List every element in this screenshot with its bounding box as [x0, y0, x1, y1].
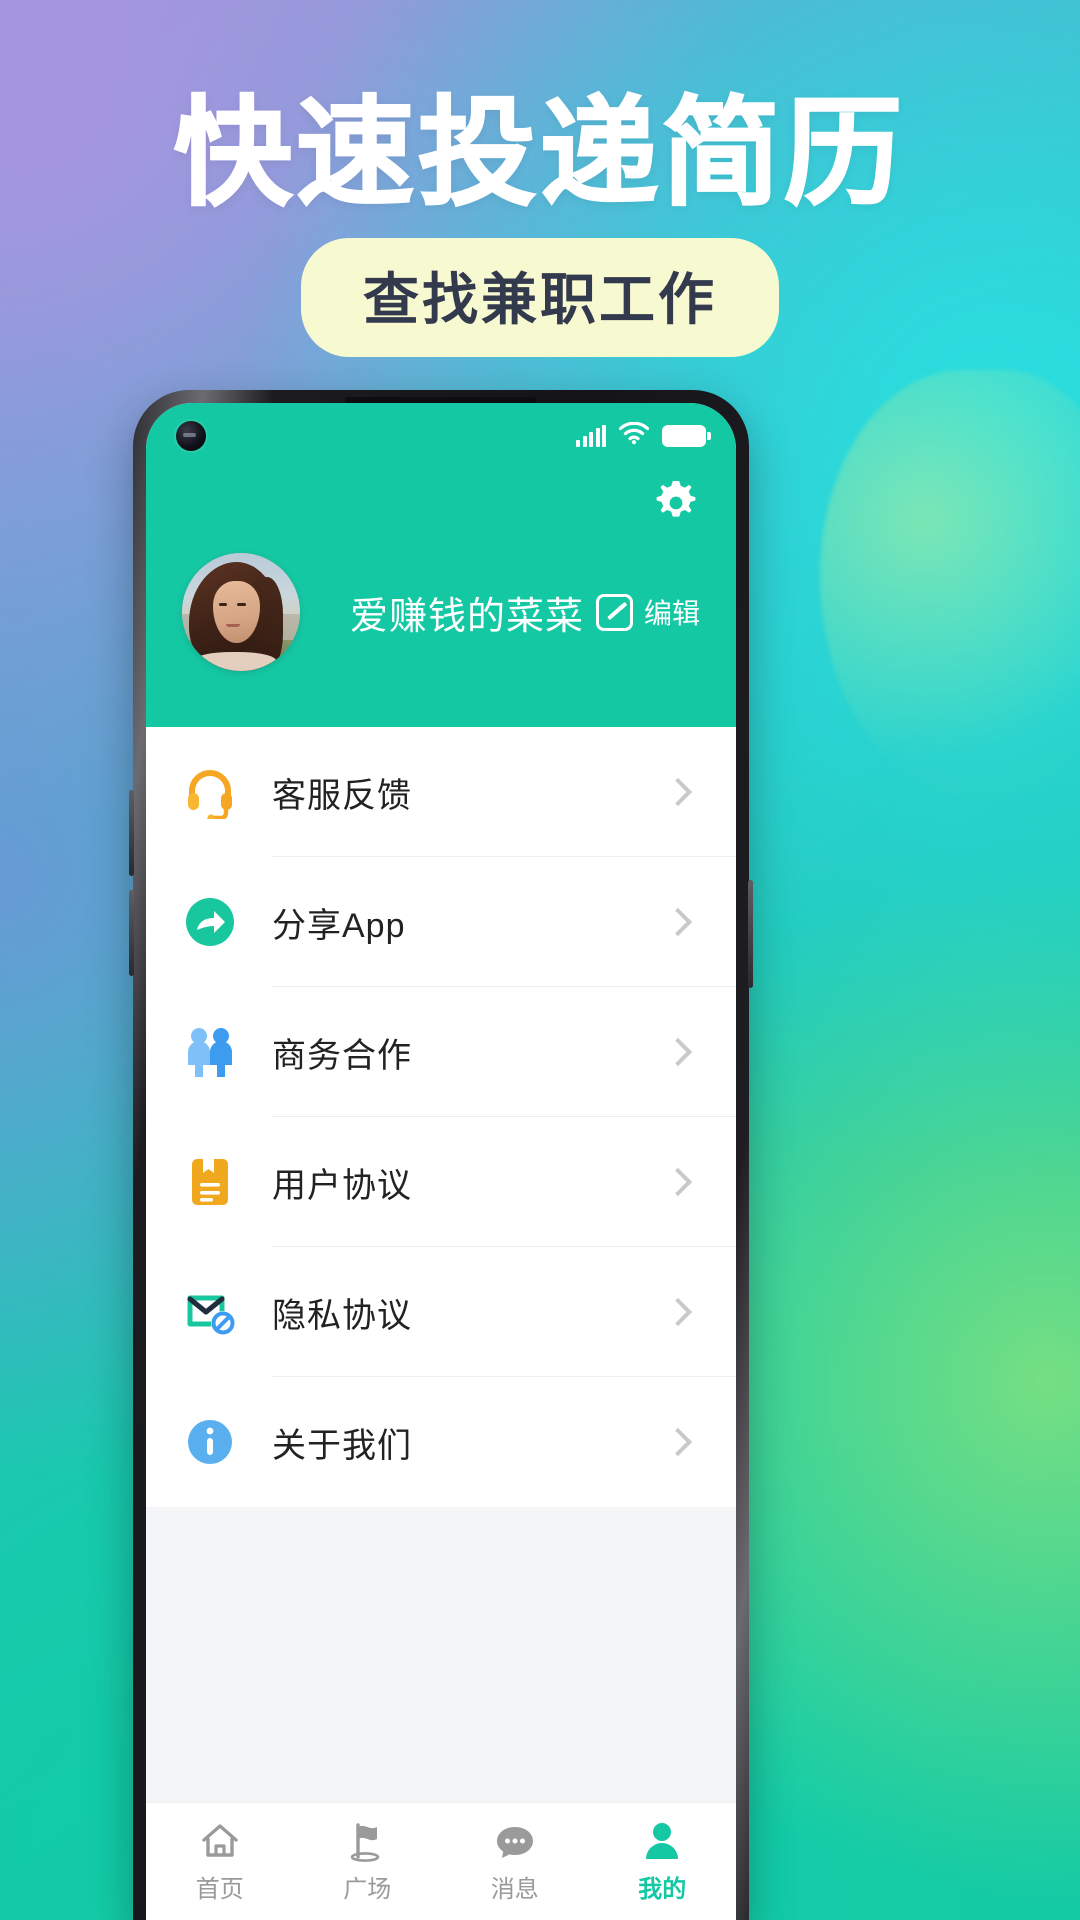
privacy-shield-mail-icon [180, 1282, 240, 1342]
person-icon [646, 1823, 679, 1859]
headset-support-icon [180, 762, 240, 822]
edit-button-label: 编辑 [643, 598, 700, 629]
menu-item-share-app[interactable]: 分享App [146, 857, 736, 987]
tab-plaza[interactable]: 广场 [294, 1803, 442, 1920]
phone-mockup-frame: 爱赚钱的菜菜 编辑 客服反馈 分享App 商务合作 用户协议 隐私协议 关于我们… [129, 390, 753, 1920]
message-bubble-icon [496, 1827, 533, 1858]
tab-mine[interactable]: 我的 [589, 1803, 737, 1920]
empty-space [146, 1507, 736, 1802]
chevron-right-icon [663, 1427, 693, 1457]
punch-hole-camera-icon [176, 421, 206, 451]
edit-profile-button[interactable]: 编辑 [595, 592, 700, 632]
tab-label: 消息 [490, 1876, 539, 1903]
chevron-right-icon [663, 1297, 693, 1327]
wifi-icon [618, 421, 650, 450]
avatar[interactable] [182, 553, 300, 671]
pencil-edit-icon [595, 593, 633, 631]
username-label: 爱赚钱的菜菜 [350, 595, 585, 638]
chevron-right-icon [663, 907, 693, 937]
tab-messages[interactable]: 消息 [441, 1803, 589, 1920]
menu-item-label: 客服反馈 [272, 776, 412, 815]
menu-item-label: 隐私协议 [272, 1296, 412, 1335]
profile-header: 爱赚钱的菜菜 编辑 [146, 469, 736, 727]
share-arrow-icon [180, 892, 240, 952]
chevron-right-icon [663, 1167, 693, 1197]
menu-item-label: 关于我们 [272, 1426, 412, 1465]
status-bar [146, 403, 736, 469]
menu-item-label: 分享App [272, 906, 406, 945]
bottom-tab-bar: 首页 广场 消息 我的 [146, 1802, 736, 1920]
battery-full-icon [662, 425, 711, 447]
menu-item-business-cooperation[interactable]: 商务合作 [146, 987, 736, 1117]
gear-icon[interactable] [654, 481, 698, 525]
phone-power-button[interactable] [748, 880, 753, 988]
menu-item-label: 用户协议 [272, 1166, 412, 1205]
settings-row [178, 469, 704, 525]
tab-label: 首页 [195, 1876, 244, 1903]
poster-subtitle-wrap: 查找兼职工作 [0, 238, 1080, 357]
home-icon [202, 1824, 238, 1857]
plaza-flag-icon [350, 1823, 380, 1862]
menu-item-privacy-agreement[interactable]: 隐私协议 [146, 1247, 736, 1377]
info-circle-icon [180, 1412, 240, 1472]
phone-volume-up-button[interactable] [129, 790, 134, 876]
tab-label: 我的 [638, 1876, 687, 1903]
document-agreement-icon [180, 1152, 240, 1212]
settings-menu-list: 客服反馈 分享App 商务合作 用户协议 隐私协议 关于我们 [146, 727, 736, 1507]
status-bar-icons [576, 421, 711, 450]
menu-item-user-agreement[interactable]: 用户协议 [146, 1117, 736, 1247]
tab-home[interactable]: 首页 [146, 1803, 294, 1920]
tab-label: 广场 [343, 1876, 392, 1903]
phone-volume-down-button[interactable] [129, 890, 134, 976]
poster-subtitle-pill: 查找兼职工作 [301, 238, 779, 357]
chevron-right-icon [663, 777, 693, 807]
poster-headline: 快速投递简历 [173, 88, 906, 220]
chevron-right-icon [663, 1037, 693, 1067]
cellular-signal-icon [576, 425, 606, 447]
phone-screen: 爱赚钱的菜菜 编辑 客服反馈 分享App 商务合作 用户协议 隐私协议 关于我们… [146, 403, 736, 1920]
menu-item-label: 商务合作 [272, 1036, 412, 1075]
profile-row[interactable]: 爱赚钱的菜菜 编辑 [178, 525, 704, 727]
menu-item-about-us[interactable]: 关于我们 [146, 1377, 736, 1507]
two-people-icon [180, 1022, 240, 1082]
menu-item-customer-service[interactable]: 客服反馈 [146, 727, 736, 857]
